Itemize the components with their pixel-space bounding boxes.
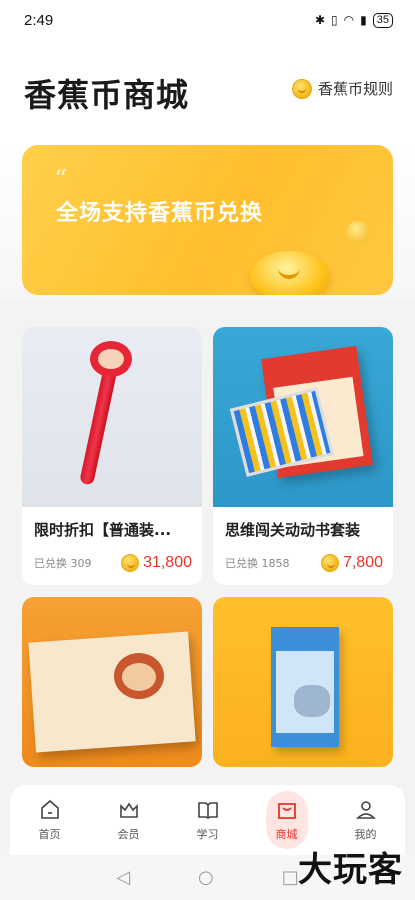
banana-coin-icon — [291, 78, 312, 99]
crown-icon — [119, 802, 138, 818]
battery-indicator: 35 — [372, 12, 393, 28]
price-value: 31,800 — [143, 554, 192, 571]
small-coin-icon — [347, 221, 369, 243]
banana-coin-icon — [121, 554, 140, 572]
tab-label: 我的 — [354, 828, 377, 841]
bluetooth-icon: ✱ — [314, 13, 326, 27]
recents-square-icon[interactable]: □ — [282, 867, 299, 888]
product-image-match-game — [213, 597, 393, 767]
home-icon — [40, 799, 59, 819]
product-grid: 限时折扣【普通装... 已兑换 309 31,800 思维闯关动动书套装 已兑换… — [22, 327, 393, 767]
signal-4g-icon: ▮ — [360, 13, 367, 27]
banana-coin-icon — [320, 554, 339, 572]
shopping-bag-icon — [277, 803, 296, 819]
back-triangle-icon[interactable]: ◁ — [116, 867, 130, 888]
product-image-paint-set — [22, 597, 202, 767]
status-bar: 2:49 ✱ ▯ ◠ ▮ 35 — [0, 0, 415, 40]
product-price: 7,800 — [320, 554, 383, 572]
tab-label: 首页 — [38, 828, 61, 841]
product-title: 限时折扣【普通装... — [34, 521, 172, 539]
page-title: 香蕉币商城 — [24, 76, 190, 114]
tab-mine[interactable]: 我的 — [336, 798, 396, 842]
status-icons: ✱ ▯ ◠ ▮ 35 — [314, 12, 393, 28]
exchanged-count: 已兑换 309 — [34, 557, 92, 570]
product-image-talking-pen — [22, 327, 202, 507]
product-card[interactable] — [213, 597, 393, 767]
promo-banner[interactable]: “ 全场支持香蕉币兑换 — [22, 145, 393, 295]
tab-mall[interactable]: 商城 — [257, 791, 317, 849]
product-card[interactable]: 思维闯关动动书套装 已兑换 1858 7,800 — [213, 327, 393, 585]
vibrate-icon: ▯ — [331, 13, 338, 27]
book-icon — [197, 802, 218, 819]
coin-rules-link[interactable]: 香蕉币规则 — [291, 78, 393, 99]
tab-study[interactable]: 学习 — [178, 798, 238, 842]
tab-label: 商城 — [275, 828, 298, 841]
product-image-activity-book — [213, 327, 393, 507]
watermark: 大玩客 — [298, 850, 403, 890]
exchanged-count: 已兑换 1858 — [225, 557, 290, 570]
coin-rules-label: 香蕉币规则 — [317, 80, 393, 98]
banner-text: 全场支持香蕉币兑换 — [56, 201, 264, 226]
product-title: 思维闯关动动书套装 — [225, 521, 361, 539]
status-time: 2:49 — [24, 11, 54, 29]
price-value: 7,800 — [342, 554, 383, 571]
wifi-icon: ◠ — [343, 13, 355, 27]
person-icon — [355, 801, 376, 819]
tab-member[interactable]: 会员 — [99, 798, 159, 842]
tab-home[interactable]: 首页 — [20, 798, 80, 842]
tab-label: 学习 — [196, 828, 219, 841]
product-price: 31,800 — [121, 554, 192, 572]
big-coin-icon — [250, 251, 330, 295]
quote-mark-icon: “ — [54, 165, 68, 195]
tab-label: 会员 — [117, 828, 140, 841]
home-circle-icon[interactable]: ○ — [198, 867, 214, 888]
product-card[interactable]: 限时折扣【普通装... 已兑换 309 31,800 — [22, 327, 202, 585]
product-card[interactable] — [22, 597, 202, 767]
